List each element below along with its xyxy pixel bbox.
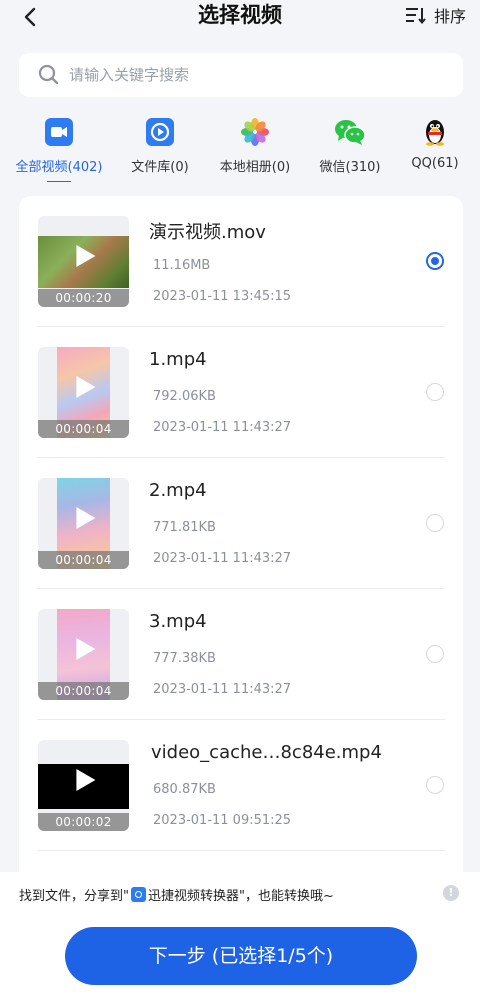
video-date: 2023-01-11 13:45:15 xyxy=(153,289,292,304)
sort-icon xyxy=(405,8,426,25)
select-radio[interactable] xyxy=(426,252,444,270)
video-thumbnail[interactable]: 00:00:20 xyxy=(38,216,129,307)
select-radio[interactable] xyxy=(426,776,444,794)
photos-icon xyxy=(240,117,270,147)
video-date: 2023-01-11 11:43:27 xyxy=(153,551,292,566)
play-icon xyxy=(75,245,95,268)
next-step-button[interactable]: 下一步 (已选择1/5个) xyxy=(65,927,417,985)
tab-qq[interactable]: QQ(61) xyxy=(406,114,464,182)
video-size: 11.16MB xyxy=(153,258,211,273)
video-duration: 00:00:20 xyxy=(38,289,129,307)
share-tip: 找到文件，分享到" 迅捷视频转换器 "，也能转换哦~ xyxy=(19,885,334,904)
tab-label: 全部视频(402) xyxy=(15,160,103,175)
video-thumbnail[interactable]: 00:00:04 xyxy=(38,347,129,438)
video-thumbnail[interactable]: 00:00:04 xyxy=(38,478,129,569)
video-item[interactable]: 00:00:04 3.mp4 777.38KB 2023-01-11 11:43… xyxy=(19,589,463,720)
video-thumbnail[interactable]: 00:00:04 xyxy=(38,609,129,700)
video-date: 2023-01-11 11:43:27 xyxy=(153,682,292,697)
video-duration: 00:00:04 xyxy=(38,551,129,569)
video-name: 2.mp4 xyxy=(149,480,207,501)
video-size: 771.81KB xyxy=(153,520,216,535)
file-library-icon xyxy=(145,117,175,147)
active-tab-indicator xyxy=(47,181,71,182)
qq-penguin-icon xyxy=(420,117,450,147)
video-date: 2023-01-11 11:43:27 xyxy=(153,420,292,435)
tab-label: QQ(61) xyxy=(411,156,459,171)
search-input[interactable] xyxy=(69,66,429,84)
info-icon[interactable]: ! xyxy=(443,885,459,901)
divider xyxy=(37,850,445,851)
video-size: 777.38KB xyxy=(153,651,216,666)
video-size: 792.06KB xyxy=(153,389,216,404)
select-radio[interactable] xyxy=(426,645,444,663)
wechat-icon xyxy=(333,117,367,147)
video-duration: 00:00:02 xyxy=(38,813,129,831)
video-duration: 00:00:04 xyxy=(38,420,129,438)
tip-app-name: 迅捷视频转换器 xyxy=(147,889,239,904)
header: 选择视频 排序 xyxy=(0,0,480,36)
sort-label: 排序 xyxy=(433,7,466,26)
video-camera-icon xyxy=(44,117,74,147)
video-item[interactable]: 00:00:04 2.mp4 771.81KB 2023-01-11 11:43… xyxy=(19,458,463,589)
tab-label: 本地相册(0) xyxy=(219,160,291,175)
video-name: 1.mp4 xyxy=(149,349,207,370)
tab-label: 文件库(0) xyxy=(131,160,189,175)
play-icon xyxy=(75,638,95,661)
video-thumbnail[interactable]: 00:00:02 xyxy=(38,740,129,831)
bottom-panel: 找到文件，分享到" 迅捷视频转换器 "，也能转换哦~ ! 下一步 (已选择1/5… xyxy=(0,872,480,1001)
tab-label: 微信(310) xyxy=(319,160,381,175)
video-item[interactable]: 00:00:04 1.mp4 792.06KB 2023-01-11 11:43… xyxy=(19,327,463,458)
tab-all-videos[interactable]: 全部视频(402) xyxy=(13,114,105,182)
video-name: 演示视频.mov xyxy=(149,222,266,243)
sort-button[interactable]: 排序 xyxy=(404,2,466,28)
tab-wechat[interactable]: 微信(310) xyxy=(315,114,385,182)
video-item[interactable]: 00:00:02 video_cache…8c84e.mp4 680.87KB … xyxy=(19,720,463,851)
video-duration: 00:00:04 xyxy=(38,682,129,700)
search-bar[interactable] xyxy=(19,53,463,97)
video-name: 3.mp4 xyxy=(149,611,207,632)
tip-text-after: "，也能转换哦~ xyxy=(239,889,334,904)
play-icon xyxy=(75,507,95,530)
tip-text-before: 找到文件，分享到" xyxy=(19,889,129,904)
select-radio[interactable] xyxy=(426,383,444,401)
video-name: video_cache…8c84e.mp4 xyxy=(151,742,382,763)
tab-local-album[interactable]: 本地相册(0) xyxy=(215,114,295,182)
play-icon xyxy=(75,769,95,792)
converter-app-icon xyxy=(130,887,146,902)
video-size: 680.87KB xyxy=(153,782,216,797)
video-item[interactable]: 00:00:20 演示视频.mov 11.16MB 2023-01-11 13:… xyxy=(19,196,463,327)
tab-file-library[interactable]: 文件库(0) xyxy=(128,114,192,182)
video-list: 00:00:20 演示视频.mov 11.16MB 2023-01-11 13:… xyxy=(19,196,463,886)
search-icon xyxy=(38,64,59,85)
select-radio[interactable] xyxy=(426,514,444,532)
video-date: 2023-01-11 09:51:25 xyxy=(153,813,292,828)
play-icon xyxy=(75,376,95,399)
